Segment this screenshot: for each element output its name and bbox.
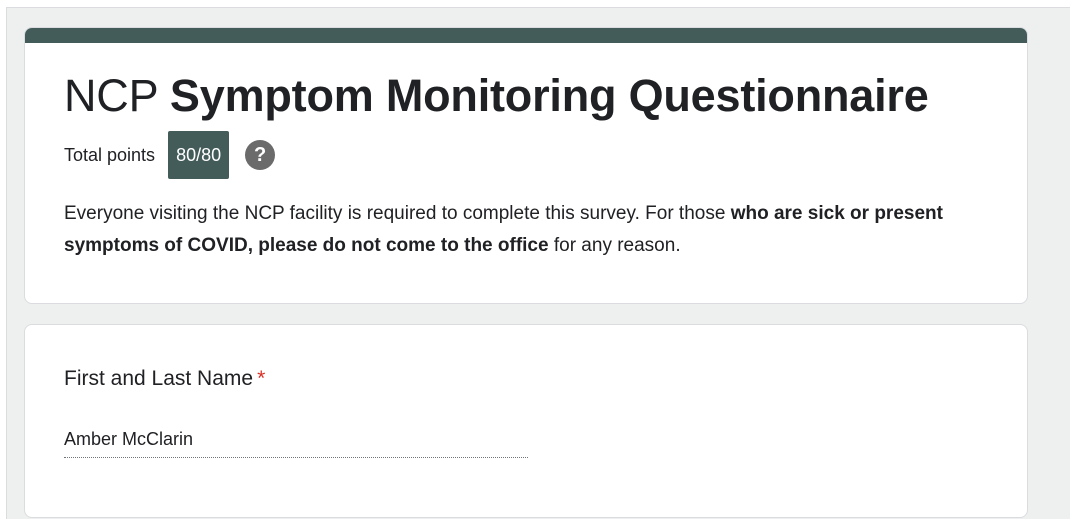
form-title-prefix: NCP [64,70,158,121]
total-points-row: Total points 80/80 ? [64,131,276,179]
total-points-badge: 80/80 [168,131,230,179]
form-description: Everyone visiting the NCP facility is re… [64,198,994,262]
header-accent-bar [25,28,1027,43]
form-title: NCP Symptom Monitoring Questionnaire [64,68,929,124]
form-header-card: NCP Symptom Monitoring Questionnaire Tot… [24,27,1028,304]
name-answer-field[interactable]: Amber McClarin [64,425,528,458]
question-title-text: First and Last Name [64,367,254,390]
description-text-2: for any reason. [548,235,681,256]
total-points-label: Total points [64,144,156,165]
description-text-1: Everyone visiting the NCP facility is re… [64,203,731,224]
required-marker: * [257,367,266,390]
form-title-main: Symptom Monitoring Questionnaire [169,70,929,121]
question-card: First and Last Name * Amber McClarin [24,324,1028,518]
question-circle-icon[interactable]: ? [245,140,276,170]
question-title: First and Last Name * [64,365,265,393]
